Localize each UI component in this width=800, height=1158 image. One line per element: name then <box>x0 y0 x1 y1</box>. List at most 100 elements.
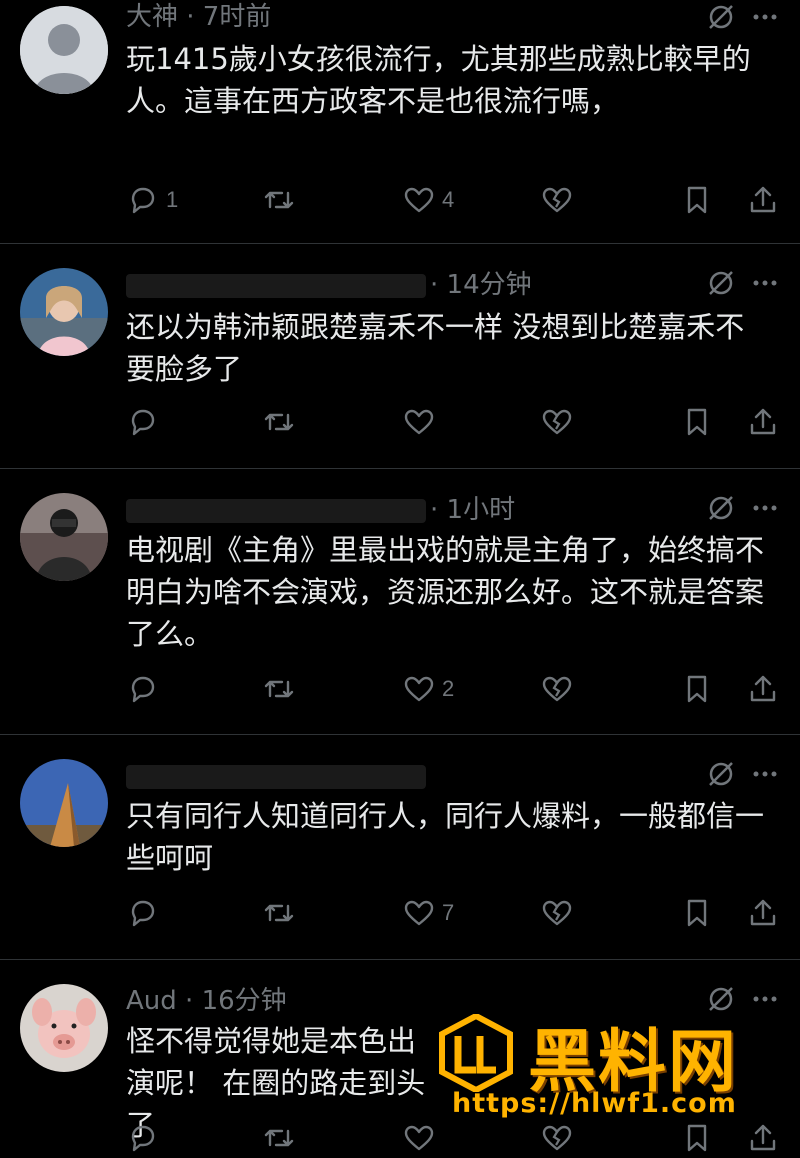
broken-heart-button[interactable] <box>540 669 574 709</box>
reply-button[interactable] <box>126 893 166 933</box>
post-actions <box>126 402 780 442</box>
post-author-time: · 14分钟 <box>126 268 532 302</box>
redacted-name <box>126 764 426 789</box>
share-button[interactable] <box>746 893 780 933</box>
broken-heart-button[interactable] <box>540 402 574 442</box>
watermark-url: https://hlwf1.com <box>452 1088 737 1119</box>
comment-post[interactable]: · 14分钟 还以为韩沛颖跟楚嘉禾不一样 没想到比楚嘉禾不要脸多了 <box>0 244 800 469</box>
more-options-icon[interactable] <box>750 984 780 1014</box>
site-watermark: 黑料网 https://hlwf1.com <box>432 1012 772 1142</box>
avatar[interactable] <box>20 268 108 356</box>
post-text: 玩1415歲小女孩很流行，尤其那些成熟比較早的人。這事在西方政客不是也很流行嗎， <box>126 42 751 118</box>
share-icon <box>750 408 776 435</box>
reply-icon <box>131 409 155 436</box>
retweet-icon <box>264 191 294 209</box>
retweet-icon <box>264 1129 294 1147</box>
reply-button[interactable] <box>126 402 166 442</box>
reply-button[interactable] <box>126 669 166 709</box>
comment-post[interactable]: 只有同行人知道同行人，同行人爆料，一般都信一些呵呵 7 <box>0 735 800 960</box>
retweet-button[interactable] <box>262 402 302 442</box>
like-button[interactable]: 7 <box>402 893 454 933</box>
avatar[interactable] <box>20 493 108 581</box>
post-author-time: · 1小时 <box>126 493 515 527</box>
bookmark-icon <box>687 675 707 703</box>
heart-icon <box>404 1125 434 1151</box>
heart-icon <box>404 409 434 435</box>
heart-icon <box>404 900 434 926</box>
more-options-icon[interactable] <box>750 759 780 789</box>
post-author-time <box>126 759 430 793</box>
like-button[interactable] <box>402 1118 436 1158</box>
more-options-icon[interactable] <box>750 493 780 523</box>
heart-icon <box>404 187 434 213</box>
retweet-icon <box>264 413 294 431</box>
bookmark-icon <box>687 186 707 214</box>
bookmark-button[interactable] <box>680 669 714 709</box>
post-text: 电视剧《主角》里最出戏的就是主角了，始终搞不明白为啥不会演戏，资源还那么好。这不… <box>126 533 765 651</box>
redacted-name <box>126 273 426 298</box>
more-options-icon[interactable] <box>750 268 780 298</box>
reply-icon <box>131 676 155 703</box>
mute-icon[interactable] <box>706 268 736 298</box>
reply-icon <box>131 900 155 927</box>
more-options-icon[interactable] <box>750 2 780 32</box>
reply-icon <box>131 187 155 214</box>
share-button[interactable] <box>746 180 780 220</box>
share-button[interactable] <box>746 402 780 442</box>
mute-icon[interactable] <box>706 759 736 789</box>
like-button[interactable]: 4 <box>402 180 454 220</box>
redacted-name <box>126 498 426 523</box>
like-count: 7 <box>442 900 455 925</box>
avatar[interactable] <box>20 6 108 94</box>
post-header <box>126 759 800 799</box>
post-header: 大神 · 7时前 <box>126 0 800 40</box>
avatar[interactable] <box>20 759 108 847</box>
broken-heart-icon <box>542 900 572 926</box>
like-count: 4 <box>442 187 455 212</box>
bookmark-button[interactable] <box>680 180 714 220</box>
broken-heart-icon <box>542 409 572 435</box>
reply-button[interactable] <box>126 1118 166 1158</box>
broken-heart-button[interactable] <box>540 180 574 220</box>
post-author-time: Aud · 16分钟 <box>126 986 287 1016</box>
post-header: · 1小时 <box>126 493 800 533</box>
like-count: 2 <box>442 676 455 701</box>
retweet-icon <box>264 904 294 922</box>
post-actions: 2 <box>126 669 780 709</box>
share-button[interactable] <box>746 669 780 709</box>
share-icon <box>750 675 776 702</box>
comment-post[interactable]: 大神 · 7时前 玩1415歲小女孩很流行，尤其那些成熟比較早的人。這事在西方政… <box>0 0 800 244</box>
post-header: · 14分钟 <box>126 268 800 308</box>
retweet-button[interactable] <box>262 893 302 933</box>
post-author-time: 大神 · 7时前 <box>126 2 272 32</box>
avatar[interactable] <box>20 984 108 1072</box>
post-actions: 1 4 <box>126 180 780 220</box>
retweet-button[interactable] <box>262 1118 296 1158</box>
bookmark-button[interactable] <box>680 402 714 442</box>
post-actions: 7 <box>126 893 780 933</box>
retweet-button[interactable] <box>262 180 302 220</box>
like-button[interactable] <box>402 402 442 442</box>
bookmark-icon <box>687 899 707 927</box>
retweet-icon <box>264 680 294 698</box>
retweet-button[interactable] <box>262 669 302 709</box>
bookmark-button[interactable] <box>680 893 714 933</box>
broken-heart-icon <box>542 187 572 213</box>
share-icon <box>750 899 776 926</box>
reply-count: 1 <box>166 187 179 212</box>
reply-button[interactable]: 1 <box>126 180 178 220</box>
like-button[interactable]: 2 <box>402 669 454 709</box>
post-text: 还以为韩沛颖跟楚嘉禾不一样 没想到比楚嘉禾不要脸多了 <box>126 310 745 386</box>
broken-heart-icon <box>542 676 572 702</box>
mute-icon[interactable] <box>706 493 736 523</box>
heart-icon <box>404 676 434 702</box>
comment-post[interactable]: · 1小时 电视剧《主角》里最出戏的就是主角了，始终搞不明白为啥不会演戏，资源还… <box>0 469 800 735</box>
share-icon <box>750 186 776 213</box>
watermark-logo-icon <box>436 1012 516 1094</box>
broken-heart-button[interactable] <box>540 893 574 933</box>
comment-feed: 大神 · 7时前 玩1415歲小女孩很流行，尤其那些成熟比較早的人。這事在西方政… <box>0 0 800 1154</box>
post-text: 只有同行人知道同行人，同行人爆料，一般都信一些呵呵 <box>126 799 765 875</box>
mute-icon[interactable] <box>706 2 736 32</box>
bookmark-icon <box>687 408 707 436</box>
reply-icon <box>131 1125 155 1152</box>
